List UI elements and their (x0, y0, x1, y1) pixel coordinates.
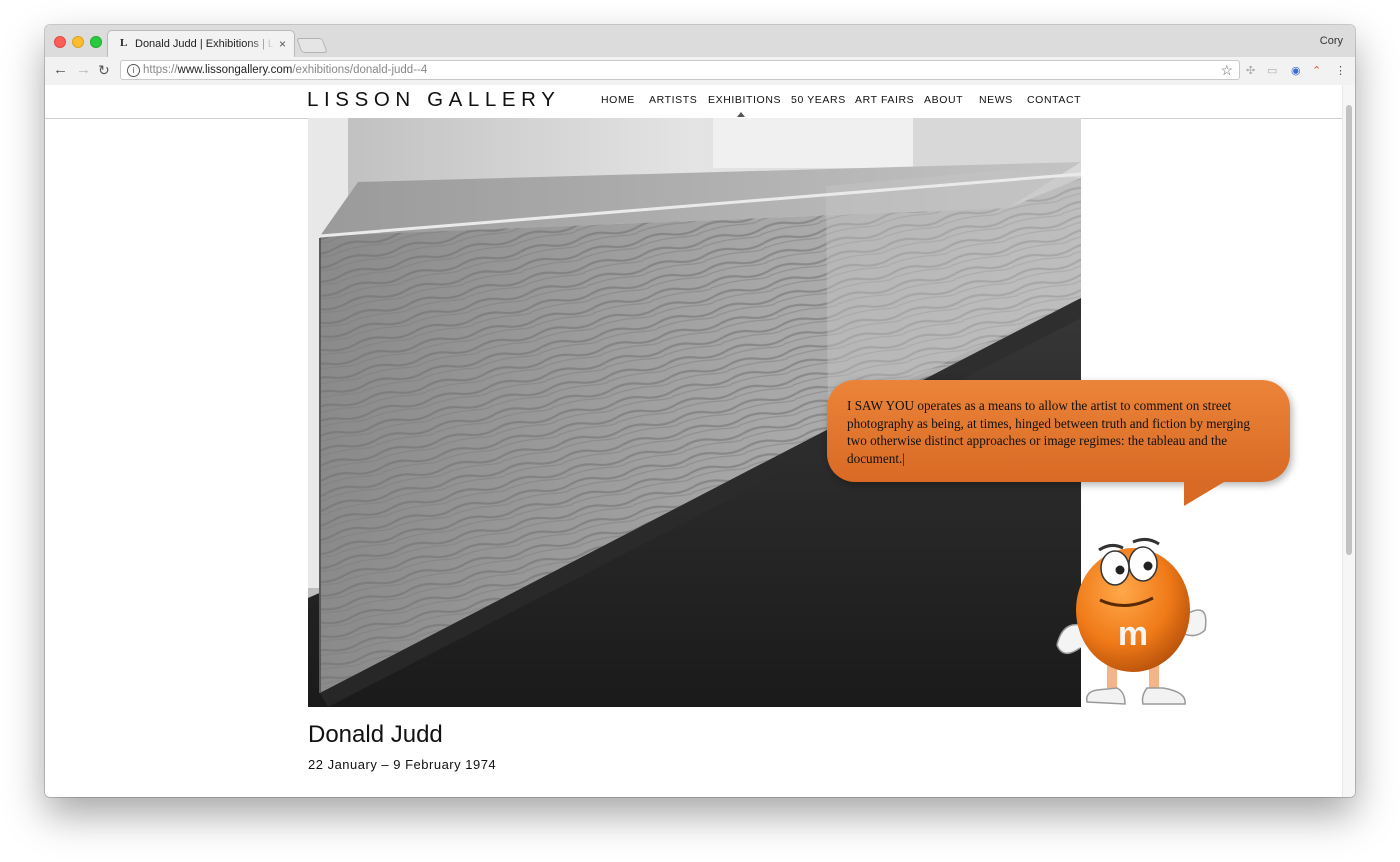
scrollbar-thumb[interactable] (1346, 105, 1352, 555)
site-header: LISSON GALLERY HOME ARTISTS EXHIBITIONS … (45, 85, 1343, 119)
nav-exhibitions[interactable]: EXHIBITIONS (708, 94, 781, 106)
speech-bubble: I SAW YOU operates as a means to allow t… (827, 380, 1290, 482)
minimize-window-button[interactable] (72, 36, 84, 48)
mascot-character[interactable]: m (1045, 520, 1215, 710)
new-tab-button[interactable] (296, 38, 328, 53)
url-path: /exhibitions/donald-judd--4 (292, 64, 428, 76)
nav-art-fairs[interactable]: ART FAIRS (855, 94, 914, 106)
speech-bubble-tail (1184, 476, 1234, 506)
back-arrow-icon[interactable]: ← (53, 62, 68, 78)
url-scheme: https:// (143, 64, 178, 76)
url-text[interactable]: https://www.lissongallery.com/exhibition… (143, 64, 427, 76)
password-manager-icon[interactable]: ◉ (1291, 64, 1301, 77)
extension-icon[interactable]: ⌃ (1312, 64, 1321, 77)
browser-tab[interactable]: L Donald Judd | Exhibitions | Lisson Gal… (107, 30, 295, 57)
tab-favicon: L (120, 37, 128, 49)
speech-bubble-text: I SAW YOU operates as a means to allow t… (847, 398, 1250, 466)
reload-icon[interactable]: ↻ (98, 62, 110, 78)
nav-artists[interactable]: ARTISTS (649, 94, 697, 106)
site-logo[interactable]: LISSON GALLERY (307, 88, 561, 112)
exhibition-dates: 22 January – 9 February 1974 (308, 757, 497, 772)
scrollbar[interactable] (1342, 85, 1355, 797)
nav-contact[interactable]: CONTACT (1027, 94, 1081, 106)
star-icon[interactable]: ☆ (1220, 62, 1233, 79)
active-nav-indicator (737, 112, 745, 117)
tab-close-icon[interactable]: × (279, 37, 286, 51)
extension-icon[interactable]: ✣ (1246, 64, 1255, 77)
info-icon[interactable]: i (127, 64, 140, 77)
menu-icon[interactable]: ⋮ (1335, 64, 1346, 77)
url-host: www.lissongallery.com (177, 64, 293, 76)
forward-arrow-icon[interactable]: → (76, 62, 91, 78)
mascot-logo-mark: m (1118, 615, 1148, 653)
maximize-window-button[interactable] (90, 36, 102, 48)
exhibition-title: Donald Judd (308, 721, 443, 748)
extension-icon[interactable]: ▭ (1267, 64, 1277, 77)
nav-50-years[interactable]: 50 YEARS (791, 94, 846, 106)
nav-news[interactable]: NEWS (979, 94, 1013, 106)
browser-toolbar: ← → ↻ i https://www.lissongallery.com/ex… (45, 57, 1355, 86)
tab-title: Donald Judd | Exhibitions | Lisson Galle… (135, 38, 275, 50)
profile-name[interactable]: Cory (1320, 35, 1343, 47)
nav-home[interactable]: HOME (601, 94, 635, 106)
tab-strip: L Donald Judd | Exhibitions | Lisson Gal… (45, 25, 1355, 57)
nav-about[interactable]: ABOUT (924, 94, 963, 106)
address-bar[interactable]: i https://www.lissongallery.com/exhibiti… (120, 60, 1240, 80)
close-window-button[interactable] (54, 36, 66, 48)
